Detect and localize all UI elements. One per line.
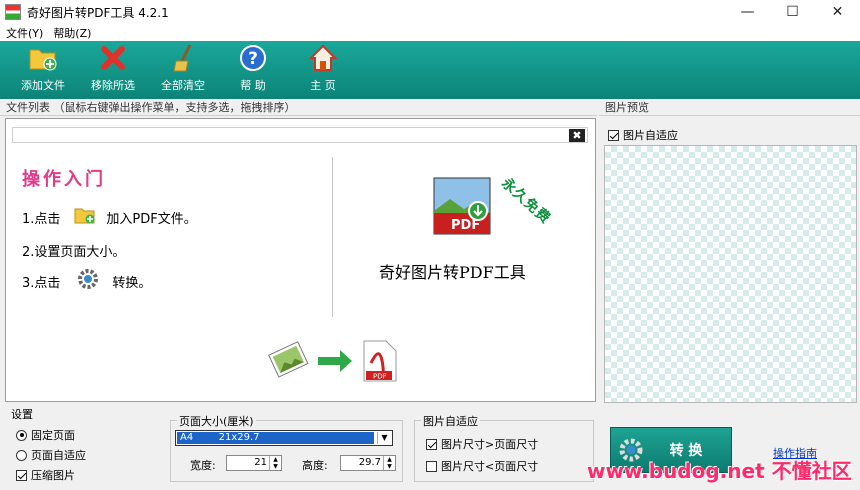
stepper-arrows-icon[interactable]: ▲ ▼ [383, 456, 395, 470]
broom-icon [168, 43, 198, 73]
add-file-label: 添加文件 [21, 79, 65, 92]
svg-text:?: ? [248, 49, 258, 69]
intro-banner-bar: ✖ [12, 127, 588, 143]
help-label: 帮 助 [240, 79, 266, 92]
image-to-pdf-illustration: PDF [268, 337, 403, 383]
step-3: 3.点击 转换。 [22, 267, 151, 295]
fixed-page-radio[interactable] [16, 429, 27, 441]
home-button[interactable]: 主 页 [288, 43, 358, 99]
clear-all-label: 全部清空 [161, 79, 205, 92]
menu-bar: 文件(Y) 帮助(Z) [0, 24, 860, 41]
clear-all-button[interactable]: 全部清空 [148, 43, 218, 99]
window-title: 奇好图片转PDF工具 4.2.1 [27, 5, 169, 20]
gear-icon [76, 267, 100, 295]
fixed-page-label: 固定页面 [31, 429, 75, 442]
preview-header: 图片预览 [599, 99, 860, 116]
free-stamp: 永久免费 [498, 175, 554, 228]
menu-file[interactable]: 文件(Y) [6, 25, 43, 41]
step-2: 2.设置页面大小。 [22, 245, 126, 260]
image-fit-checkbox-1[interactable] [426, 438, 437, 450]
page-size-select[interactable]: A4 21x29.7 ▼ [175, 430, 393, 446]
step3-prefix: 3.点击 [22, 275, 61, 291]
menu-help[interactable]: 帮助(Z) [53, 25, 91, 41]
app-icon [5, 4, 21, 20]
page-size-selected: A4 21x29.7 [177, 432, 374, 444]
auto-page-radio[interactable] [16, 449, 27, 461]
help-icon: ? [238, 43, 268, 73]
file-list-header: 文件列表 （鼠标右键弹出操作菜单，支持多选，拖拽排序） [0, 99, 597, 116]
step1-suffix: 加入PDF文件。 [106, 211, 197, 227]
auto-page-label: 页面自适应 [31, 449, 86, 462]
preview-autofit-label: 图片自适应 [623, 129, 678, 142]
product-name: 奇好图片转PDF工具 [379, 263, 526, 282]
divider [332, 157, 333, 317]
pdf-image-icon: PDF [433, 177, 491, 235]
settings-group-label: 设置 [9, 406, 35, 422]
step1-prefix: 1.点击 [22, 211, 61, 227]
remove-selected-label: 移除所选 [91, 79, 135, 92]
image-fit-label-2: 图片尺寸<页面尺寸 [441, 460, 539, 473]
file-list[interactable]: ✖ 操作入门 1.点击 加入PDF文件。 2.设置页面大小。 3.点击 转换。 … [5, 118, 596, 402]
chevron-down-icon[interactable]: ▼ [377, 432, 391, 444]
image-fit-group-label: 图片自适应 [421, 413, 480, 429]
home-label: 主 页 [310, 79, 336, 92]
close-button[interactable]: ✕ [815, 0, 860, 24]
add-file-button[interactable]: 添加文件 [8, 43, 78, 99]
preview-autofit-checkbox[interactable] [608, 129, 619, 141]
image-fit-label-1: 图片尺寸>页面尺寸 [441, 438, 539, 451]
width-stepper[interactable]: 21 ▲ ▼ [226, 455, 282, 471]
intro-title: 操作入门 [22, 169, 106, 190]
image-fit-option-1[interactable]: 图片尺寸>页面尺寸 [426, 436, 538, 452]
height-label: 高度: [302, 459, 328, 472]
maximize-button[interactable]: ☐ [770, 0, 815, 24]
stepper-arrows-icon[interactable]: ▲ ▼ [269, 456, 281, 470]
fixed-page-option[interactable]: 固定页面 [16, 427, 75, 443]
image-fit-checkbox-2[interactable] [426, 460, 437, 472]
width-value: 21 [254, 457, 267, 468]
width-label: 宽度: [190, 459, 216, 472]
home-icon [308, 43, 338, 73]
image-fit-option-2[interactable]: 图片尺寸<页面尺寸 [426, 458, 538, 474]
remove-selected-button[interactable]: 移除所选 [78, 43, 148, 99]
height-value: 29.7 [358, 457, 381, 468]
remove-x-icon [98, 43, 128, 73]
step3-suffix: 转换。 [112, 275, 152, 291]
image-preview-area [604, 145, 857, 403]
close-intro-button[interactable]: ✖ [569, 129, 585, 142]
site-watermark: www.budog.net 不懂社区 [587, 459, 852, 483]
step-1: 1.点击 加入PDF文件。 [22, 205, 197, 229]
preview-autofit-option[interactable]: 图片自适应 [608, 127, 678, 143]
page-size-group-label: 页面大小(厘米) [177, 413, 256, 429]
folder-add-small-icon [74, 205, 96, 229]
compress-option[interactable]: 压缩图片 [16, 467, 75, 483]
compress-checkbox[interactable] [16, 469, 27, 481]
title-bar: 奇好图片转PDF工具 4.2.1 — ☐ ✕ [0, 0, 860, 24]
help-button[interactable]: ? 帮 助 [218, 43, 288, 99]
auto-page-option[interactable]: 页面自适应 [16, 447, 86, 463]
toolbar: 添加文件 移除所选 全部清空 ? 帮 助 主 页 [0, 41, 860, 99]
height-stepper[interactable]: 29.7 ▲ ▼ [340, 455, 396, 471]
compress-label: 压缩图片 [31, 469, 75, 482]
svg-text:PDF: PDF [373, 373, 387, 381]
folder-add-icon [28, 43, 58, 73]
minimize-button[interactable]: — [725, 0, 770, 24]
